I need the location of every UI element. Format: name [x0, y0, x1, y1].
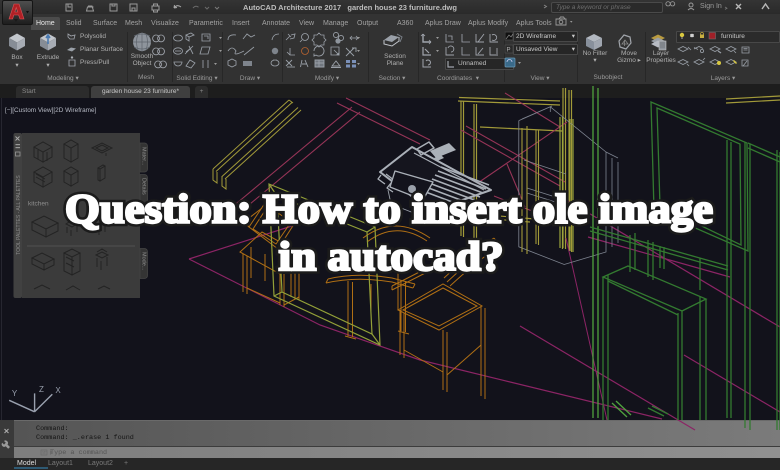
svg-text:Mode...: Mode... [141, 252, 147, 271]
svg-text:[−][Custom View][2D Wireframe]: [−][Custom View][2D Wireframe] [5, 107, 97, 114]
svg-text:TOOL PALETTES - ALL PALETTES: TOOL PALETTES - ALL PALETTES [16, 175, 22, 255]
svg-text:in autocad?: in autocad? [279, 233, 504, 279]
svg-text:kitchen: kitchen [28, 201, 49, 208]
svg-text:Question: How to insert ole im: Question: How to insert ole image [65, 186, 713, 232]
svg-text:Mater...: Mater... [141, 147, 147, 166]
svg-text:Y: Y [12, 389, 18, 398]
svg-text:X: X [55, 386, 61, 395]
svg-text:Z: Z [39, 385, 44, 394]
svg-text:P: P [507, 48, 511, 54]
